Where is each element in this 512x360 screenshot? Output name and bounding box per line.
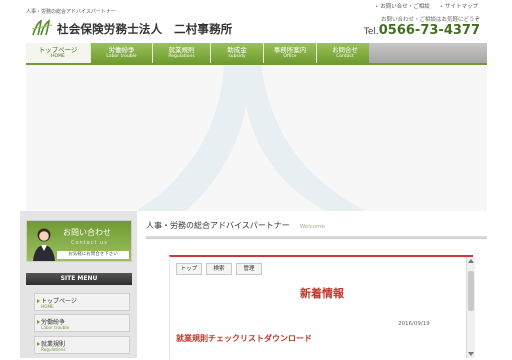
- news-date: 2016/09/19: [398, 321, 430, 327]
- top-link-sitemap[interactable]: サイトマップ: [440, 2, 478, 10]
- scroll-down-icon[interactable]: [468, 352, 474, 356]
- logo-icon[interactable]: [30, 19, 54, 37]
- nav-item-office[interactable]: 事務所案内 Office: [264, 43, 317, 63]
- contact-banner-subtitle: Contact us: [71, 240, 108, 246]
- sidebar-item-labor-trouble[interactable]: 労働紛争 Labor trouble: [34, 314, 130, 332]
- nav-label: トップページ: [38, 45, 78, 54]
- nav-item-labor-trouble[interactable]: 労働紛争 Labor trouble: [91, 43, 153, 63]
- nav-label: 事務所案内: [273, 45, 307, 54]
- phone-number: Tel.0566-73-4377: [364, 23, 480, 38]
- page-title: 人事・労務の総合アドバイスパートナー Welcome: [146, 220, 325, 231]
- nav-label: 助成金: [227, 45, 247, 54]
- nav-sublabel: Contact: [336, 53, 354, 59]
- main-nav: トップページ HOME 労働紛争 Labor trouble 就業規則 Regu…: [26, 43, 374, 63]
- phone-prefix: Tel.: [363, 27, 379, 37]
- brand-name[interactable]: 社会保険労務士法人 二村事務所: [57, 21, 233, 37]
- receptionist-avatar: [33, 228, 55, 261]
- sidebar-item-sublabel: Regulations: [41, 347, 66, 352]
- contact-banner-title: お問い合わせ: [63, 228, 111, 237]
- contact-note: お問い合わせ・ご相談はお気軽にどうぞ: [380, 17, 480, 23]
- site-tagline: 人事・労務の総合アドバイスパートナー: [26, 9, 116, 15]
- nav-filler: [369, 43, 487, 63]
- sidebar-item-home[interactable]: トップページ HOME: [34, 293, 130, 311]
- top-button[interactable]: トップ: [176, 263, 202, 275]
- nav-sublabel: HOME: [51, 53, 65, 59]
- nav-label: お問合せ: [332, 45, 358, 54]
- page-title-text: 人事・労務の総合アドバイスパートナー: [146, 221, 290, 230]
- news-scrollbar[interactable]: [466, 257, 475, 358]
- title-divider-shadow: [146, 238, 487, 239]
- scroll-thumb[interactable]: [468, 271, 474, 311]
- nav-sublabel: Office: [283, 53, 297, 59]
- welcome-label: Welcome: [299, 224, 325, 230]
- nav-sublabel: subsidy: [228, 53, 246, 59]
- nav-item-subsidy[interactable]: 助成金 subsidy: [211, 43, 264, 63]
- nav-label: 労働紛争: [108, 45, 135, 54]
- contact-banner[interactable]: お問い合わせ Contact us お気軽にお問合せ下さい: [26, 220, 132, 262]
- news-heading: 新着情報: [300, 287, 344, 300]
- sidebar-item-regulations[interactable]: 就業規則 Regulations: [34, 336, 130, 354]
- scroll-up-icon[interactable]: [468, 259, 474, 263]
- nav-sublabel: Regulations: [168, 53, 195, 59]
- admin-button[interactable]: 管理: [236, 263, 262, 275]
- nav-label: 就業規則: [168, 45, 195, 54]
- search-button[interactable]: 検索: [206, 263, 232, 275]
- nav-item-contact[interactable]: お問合せ Contact: [317, 43, 374, 63]
- nav-item-regulations[interactable]: 就業規則 Regulations: [153, 43, 211, 63]
- top-link-contact[interactable]: お問い合せ・ご相談: [375, 2, 430, 10]
- news-item-link[interactable]: 就業規則チェックリストダウンロード: [176, 333, 312, 344]
- phone-digits: 0566-73-4377: [378, 23, 480, 38]
- sidebar-item-sublabel: Labor trouble: [41, 325, 70, 330]
- contact-banner-cta: お気軽にお問合せ下さい: [57, 251, 129, 259]
- hero-watermark-glyph: [136, 65, 366, 211]
- hero-image: [26, 65, 487, 211]
- nav-sublabel: Labor trouble: [106, 53, 137, 59]
- nav-item-home[interactable]: トップページ HOME: [26, 43, 91, 63]
- top-links: お問い合せ・ご相談 サイトマップ: [375, 2, 478, 10]
- sidebar-item-sublabel: HOME: [41, 304, 54, 309]
- site-menu-header: SITE MENU: [26, 273, 132, 285]
